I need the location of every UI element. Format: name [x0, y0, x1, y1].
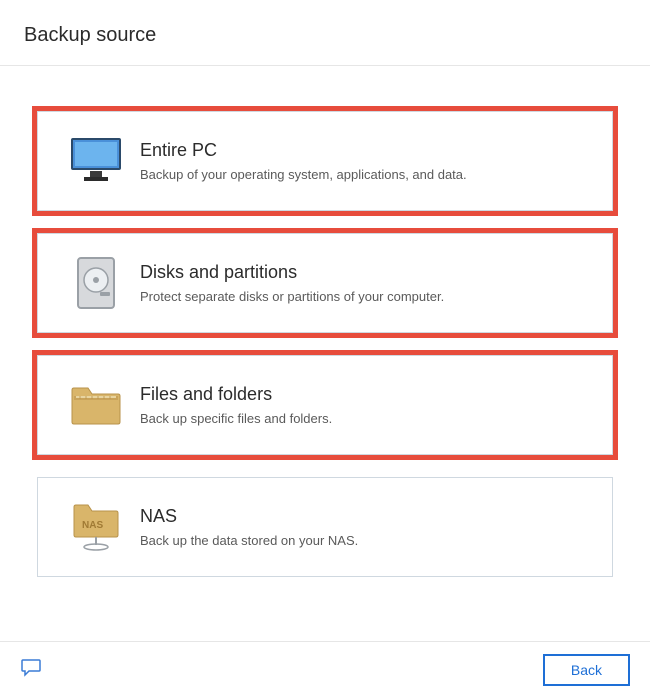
option-desc: Backup of your operating system, applica…	[140, 167, 594, 182]
option-entire-pc[interactable]: Entire PC Backup of your operating syste…	[37, 111, 613, 211]
svg-text:NAS: NAS	[82, 520, 103, 531]
nas-icon: NAS	[56, 501, 136, 553]
page-title: Backup source	[24, 24, 626, 47]
option-files-highlight: Files and folders Back up specific files…	[32, 350, 618, 460]
option-title: NAS	[140, 506, 594, 527]
chat-icon[interactable]	[20, 657, 42, 682]
dialog-header: Backup source	[0, 0, 650, 66]
folder-icon	[56, 384, 136, 426]
option-disks-partitions[interactable]: Disks and partitions Protect separate di…	[37, 233, 613, 333]
option-title: Disks and partitions	[140, 262, 594, 283]
backup-source-options: Entire PC Backup of your operating syste…	[0, 66, 650, 582]
option-nas-wrap: NAS NAS Back up the data stored on your …	[32, 472, 618, 582]
option-title: Files and folders	[140, 384, 594, 405]
option-disks-highlight: Disks and partitions Protect separate di…	[32, 228, 618, 338]
option-title: Entire PC	[140, 140, 594, 161]
option-entire-pc-highlight: Entire PC Backup of your operating syste…	[32, 106, 618, 216]
option-desc: Back up the data stored on your NAS.	[140, 533, 594, 548]
monitor-icon	[56, 137, 136, 185]
option-files-folders[interactable]: Files and folders Back up specific files…	[37, 355, 613, 455]
option-desc: Protect separate disks or partitions of …	[140, 289, 594, 304]
option-desc: Back up specific files and folders.	[140, 411, 594, 426]
back-button[interactable]: Back	[543, 654, 630, 686]
option-nas[interactable]: NAS NAS Back up the data stored on your …	[37, 477, 613, 577]
disk-icon	[56, 256, 136, 310]
dialog-footer: Back	[0, 641, 650, 697]
